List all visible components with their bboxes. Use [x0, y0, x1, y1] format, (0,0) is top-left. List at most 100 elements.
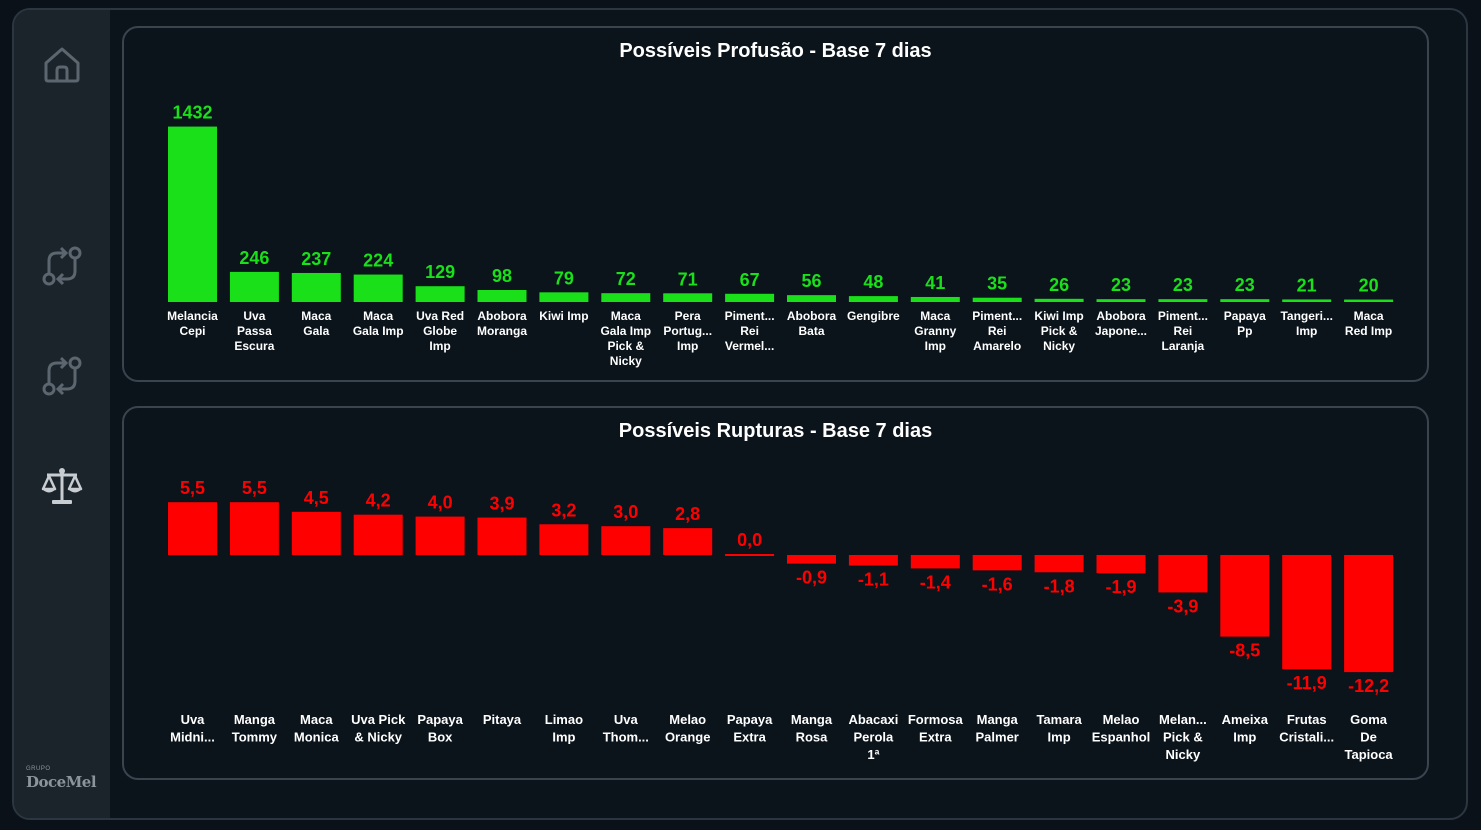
- bar[interactable]: [291, 272, 341, 302]
- data-label: 21: [1297, 275, 1317, 295]
- bar[interactable]: [848, 296, 898, 302]
- bar[interactable]: [1282, 299, 1332, 302]
- bar[interactable]: [415, 286, 465, 302]
- category-label: Pick &: [607, 339, 644, 353]
- bar[interactable]: [972, 555, 1022, 571]
- scale-balance-icon: [41, 468, 83, 504]
- category-label: Extra: [919, 730, 952, 745]
- bar[interactable]: [910, 296, 960, 302]
- bar[interactable]: [539, 524, 589, 555]
- data-label: 3,0: [613, 502, 638, 522]
- bar[interactable]: [601, 293, 651, 302]
- data-label: 71: [678, 269, 698, 289]
- category-label: Orange: [665, 730, 711, 745]
- category-label: Piment...: [972, 309, 1022, 323]
- data-label: 4,2: [366, 491, 391, 511]
- bar[interactable]: [725, 554, 775, 556]
- data-label: 26: [1049, 275, 1069, 295]
- category-label: Ameixa: [1222, 712, 1269, 727]
- bar[interactable]: [787, 555, 836, 564]
- category-label: Thom...: [603, 730, 649, 745]
- category-label: Vermel...: [725, 339, 774, 353]
- data-label: 4,5: [304, 488, 329, 508]
- category-label: Cristali...: [1279, 730, 1334, 745]
- category-label: Tommy: [232, 730, 278, 745]
- nav-compare-button-2[interactable]: [36, 350, 88, 402]
- data-label: 3,9: [489, 494, 514, 514]
- bar[interactable]: [1034, 298, 1084, 302]
- bar[interactable]: [477, 517, 527, 555]
- category-label: Rei: [988, 324, 1007, 338]
- bar[interactable]: [910, 555, 960, 569]
- category-label: Imp: [1048, 730, 1071, 745]
- data-label: 41: [925, 273, 945, 293]
- data-label: 35: [987, 274, 1007, 294]
- category-label: Maca: [301, 309, 331, 323]
- bar[interactable]: [477, 289, 527, 302]
- bar[interactable]: [168, 502, 217, 555]
- category-label: Pp: [1237, 324, 1252, 338]
- category-label: Uva: [614, 712, 639, 727]
- bar[interactable]: [291, 511, 341, 555]
- category-label: Pera: [675, 309, 701, 323]
- bar[interactable]: [848, 555, 898, 566]
- data-label: 48: [863, 272, 883, 292]
- bar[interactable]: [1096, 299, 1146, 302]
- category-label: De: [1360, 730, 1377, 745]
- bar[interactable]: [229, 271, 279, 302]
- bar[interactable]: [1220, 555, 1270, 637]
- category-label: Imp: [677, 339, 698, 353]
- rupturas-panel: Possíveis Rupturas - Base 7 dias 5,5 Uva M…: [122, 406, 1429, 780]
- bar[interactable]: [415, 516, 465, 555]
- bar[interactable]: [601, 526, 651, 555]
- bar[interactable]: [353, 274, 403, 302]
- data-label: -0,9: [796, 568, 827, 588]
- category-label: Gala Imp: [600, 324, 651, 338]
- category-label: Portug...: [663, 324, 712, 338]
- category-label: Maca: [1354, 309, 1384, 323]
- bar[interactable]: [1158, 299, 1208, 302]
- bar[interactable]: [1096, 555, 1146, 574]
- category-label: Perola: [854, 730, 895, 745]
- bar[interactable]: [1034, 555, 1084, 573]
- bar[interactable]: [353, 514, 403, 555]
- profusao-panel: Possíveis Profusão - Base 7 dias 1432 Mel…: [122, 26, 1429, 382]
- category-label: Uva: [243, 309, 265, 323]
- data-label: 79: [554, 268, 574, 288]
- bar[interactable]: [663, 293, 713, 302]
- bar[interactable]: [1158, 555, 1208, 593]
- category-label: Passa: [237, 324, 272, 338]
- category-label: Imp: [1296, 324, 1317, 338]
- category-label: Maca: [920, 309, 950, 323]
- bar[interactable]: [1220, 299, 1270, 302]
- category-label: & Nicky: [354, 730, 402, 745]
- data-label: 23: [1111, 275, 1131, 295]
- nav-scale-button[interactable]: [36, 460, 88, 512]
- data-label: 23: [1173, 275, 1193, 295]
- bar[interactable]: [229, 502, 279, 555]
- category-label: Nicky: [1166, 747, 1201, 762]
- category-label: Bata: [798, 324, 824, 338]
- bar[interactable]: [787, 295, 836, 302]
- bar[interactable]: [1282, 555, 1332, 670]
- category-label: Uva Pick: [351, 712, 406, 727]
- category-label: Escura: [234, 339, 274, 353]
- bar[interactable]: [539, 292, 589, 302]
- category-label: Nicky: [610, 354, 642, 368]
- data-label: 237: [301, 249, 331, 269]
- nav-compare-button-1[interactable]: [36, 240, 88, 292]
- bar[interactable]: [663, 528, 713, 555]
- nav-home-button[interactable]: [36, 38, 88, 90]
- bar[interactable]: [1344, 299, 1394, 302]
- bar[interactable]: [1344, 555, 1394, 673]
- bar[interactable]: [972, 297, 1022, 302]
- category-label: Manga: [977, 712, 1019, 727]
- category-label: Abacaxi: [848, 712, 898, 727]
- category-label: Imp: [429, 339, 450, 353]
- category-label: Rosa: [796, 730, 829, 745]
- data-label: 56: [801, 271, 821, 291]
- compare-arrows-icon: [42, 356, 82, 396]
- bar[interactable]: [168, 126, 217, 302]
- bar[interactable]: [725, 293, 775, 302]
- sidebar: GRUPO DoceMel: [14, 10, 110, 818]
